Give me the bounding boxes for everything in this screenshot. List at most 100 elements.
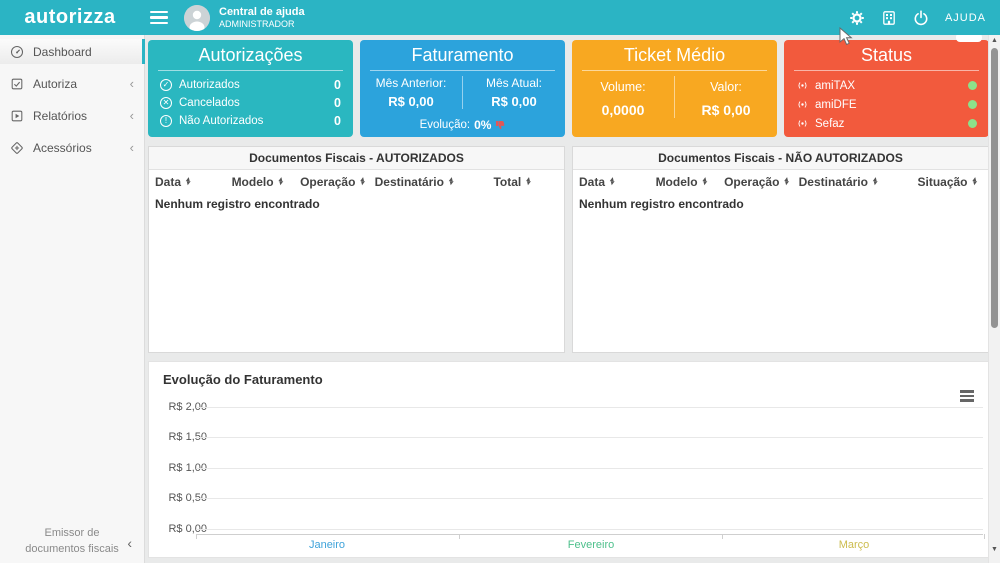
sidebar-item-dashboard[interactable]: Dashboard <box>0 39 144 64</box>
revenue-evolution-chart: Evolução do Faturamento R$ 2,00 R$ 1,50 … <box>148 361 989 558</box>
x-axis-tick <box>984 534 985 539</box>
sort-icon[interactable]: ▴▾ <box>873 178 877 187</box>
service-row-sefaz: Sefaz <box>784 114 989 133</box>
service-label: Sefaz <box>815 118 844 130</box>
x-tick-label-marco[interactable]: Março <box>804 539 904 551</box>
sort-icon[interactable]: ▴▾ <box>610 178 614 187</box>
x-tick-label-janeiro[interactable]: Janeiro <box>277 539 377 551</box>
stat-value: 0 <box>334 96 341 110</box>
column-header-data[interactable]: Data▴▾ <box>579 175 656 189</box>
sort-icon[interactable]: ▴▾ <box>784 178 788 187</box>
sort-icon[interactable]: ▴▾ <box>279 178 283 187</box>
sidebar-item-relatorios[interactable]: Relatórios ‹ <box>0 103 144 128</box>
card-ticket-medio: Ticket Médio Volume: 0,0000 Valor: R$ 0,… <box>572 40 777 137</box>
person-icon <box>184 5 210 31</box>
sort-icon[interactable]: ▴▾ <box>360 178 364 187</box>
gridline <box>196 437 983 438</box>
column-header-modelo[interactable]: Modelo▴▾ <box>656 175 725 189</box>
column-header-operacao[interactable]: Operação▴▾ <box>300 175 375 189</box>
table-authorized: Documentos Fiscais - AUTORIZADOS Data▴▾ … <box>148 146 565 353</box>
company-building-icon[interactable] <box>881 10 897 26</box>
valor: Valor: R$ 0,00 <box>674 76 777 118</box>
report-icon <box>10 109 24 123</box>
column-header-operacao[interactable]: Operação▴▾ <box>724 175 799 189</box>
previous-month-label: Mês Anterior: <box>360 76 462 90</box>
card-title: Status <box>784 40 989 66</box>
gridline <box>196 468 983 469</box>
thumbs-down-icon <box>495 120 505 130</box>
scroll-up-arrow-icon[interactable]: ▲ <box>989 37 1000 44</box>
footer-line2: documentos fiscais <box>0 542 144 557</box>
user-info[interactable]: Central de ajuda ADMINISTRADOR <box>219 6 305 29</box>
sidebar-item-acessorios[interactable]: Acessórios ‹ <box>0 135 144 160</box>
power-icon[interactable] <box>913 10 929 26</box>
x-axis-line <box>196 534 983 535</box>
column-header-modelo[interactable]: Modelo▴▾ <box>232 175 301 189</box>
table-title: Documentos Fiscais - NÃO AUTORIZADOS <box>573 147 988 170</box>
current-month: Mês Atual: R$ 0,00 <box>462 76 565 109</box>
column-header-total[interactable]: Total▴▾ <box>493 175 557 189</box>
stat-row-cancelados: ✕ Cancelados 0 <box>148 94 353 112</box>
help-link[interactable]: AJUDA <box>945 12 986 24</box>
chart-menu-icon[interactable] <box>960 390 974 402</box>
volume-value: 0,0000 <box>572 102 674 118</box>
column-header-destinatario[interactable]: Destinatário▴▾ <box>799 175 918 189</box>
signal-icon <box>796 117 809 130</box>
x-tick-label-fevereiro[interactable]: Fevereiro <box>541 539 641 551</box>
sort-icon[interactable]: ▴▾ <box>449 178 453 187</box>
card-autorizacoes: Autorizações ✓ Autorizados 0 ✕ Cancelado… <box>148 40 353 137</box>
sort-icon[interactable]: ▴▾ <box>526 178 530 187</box>
empty-message: Nenhum registro encontrado <box>573 193 988 215</box>
status-online-dot <box>968 81 977 90</box>
avatar[interactable] <box>184 5 210 31</box>
scroll-down-arrow-icon[interactable]: ▼ <box>989 546 1000 553</box>
footer-line1: Emissor de <box>0 526 144 541</box>
stat-value: 0 <box>334 78 341 92</box>
service-label: amiTAX <box>815 80 855 92</box>
scrollbar-thumb[interactable] <box>991 48 998 328</box>
menu-toggle-icon[interactable] <box>150 11 168 25</box>
stat-label: Autorizados <box>179 79 240 91</box>
table-not-authorized: Documentos Fiscais - NÃO AUTORIZADOS Dat… <box>572 146 989 353</box>
alert-circle-icon: ! <box>160 115 172 127</box>
column-header-situacao[interactable]: Situação▴▾ <box>917 175 981 189</box>
stat-row-nao-autorizados: ! Não Autorizados 0 <box>148 112 353 130</box>
sort-icon[interactable]: ▴▾ <box>973 178 977 187</box>
x-axis-tick <box>722 534 723 539</box>
evolution-value: 0% <box>474 118 491 132</box>
gear-icon[interactable] <box>849 10 865 26</box>
gridline <box>196 498 983 499</box>
stat-label: Cancelados <box>179 97 240 109</box>
faturamento-columns: Mês Anterior: R$ 0,00 Mês Atual: R$ 0,00 <box>360 76 565 109</box>
evolution-row: Evolução: 0% <box>360 118 565 132</box>
status-online-dot <box>968 119 977 128</box>
service-label: amiDFE <box>815 99 857 111</box>
stat-row-autorizados: ✓ Autorizados 0 <box>148 76 353 94</box>
top-header: autorizza Central de ajuda ADMINISTRADOR <box>0 0 1000 35</box>
collapse-sidebar-icon[interactable]: ‹ <box>127 534 132 554</box>
divider <box>582 70 767 71</box>
divider <box>158 70 343 71</box>
card-title: Ticket Médio <box>572 40 777 66</box>
column-header-data[interactable]: Data▴▾ <box>155 175 232 189</box>
chart-title: Evolução do Faturamento <box>163 372 323 387</box>
stat-label: Não Autorizados <box>179 115 263 127</box>
gridline <box>196 407 983 408</box>
sort-icon[interactable]: ▴▾ <box>186 178 190 187</box>
summary-cards: Autorizações ✓ Autorizados 0 ✕ Cancelado… <box>148 40 989 137</box>
table-header-row: Data▴▾ Modelo▴▾ Operação▴▾ Destinatário▴… <box>573 170 988 193</box>
previous-month-value: R$ 0,00 <box>360 94 462 109</box>
sidebar-item-autoriza[interactable]: Autoriza ‹ <box>0 71 144 96</box>
document-tables: Documentos Fiscais - AUTORIZADOS Data▴▾ … <box>148 146 989 353</box>
chevron-left-icon: ‹ <box>130 140 134 155</box>
divider <box>370 70 555 71</box>
user-role: ADMINISTRADOR <box>219 19 305 29</box>
empty-message: Nenhum registro encontrado <box>149 193 564 215</box>
sidebar-item-label: Autoriza <box>33 77 77 91</box>
sort-icon[interactable]: ▴▾ <box>703 178 707 187</box>
page-scrollbar[interactable]: ▲ ▼ <box>988 35 1000 563</box>
stat-value: 0 <box>334 114 341 128</box>
service-row-amitax: amiTAX <box>784 76 989 95</box>
column-header-destinatario[interactable]: Destinatário▴▾ <box>375 175 494 189</box>
card-title: Faturamento <box>360 40 565 66</box>
